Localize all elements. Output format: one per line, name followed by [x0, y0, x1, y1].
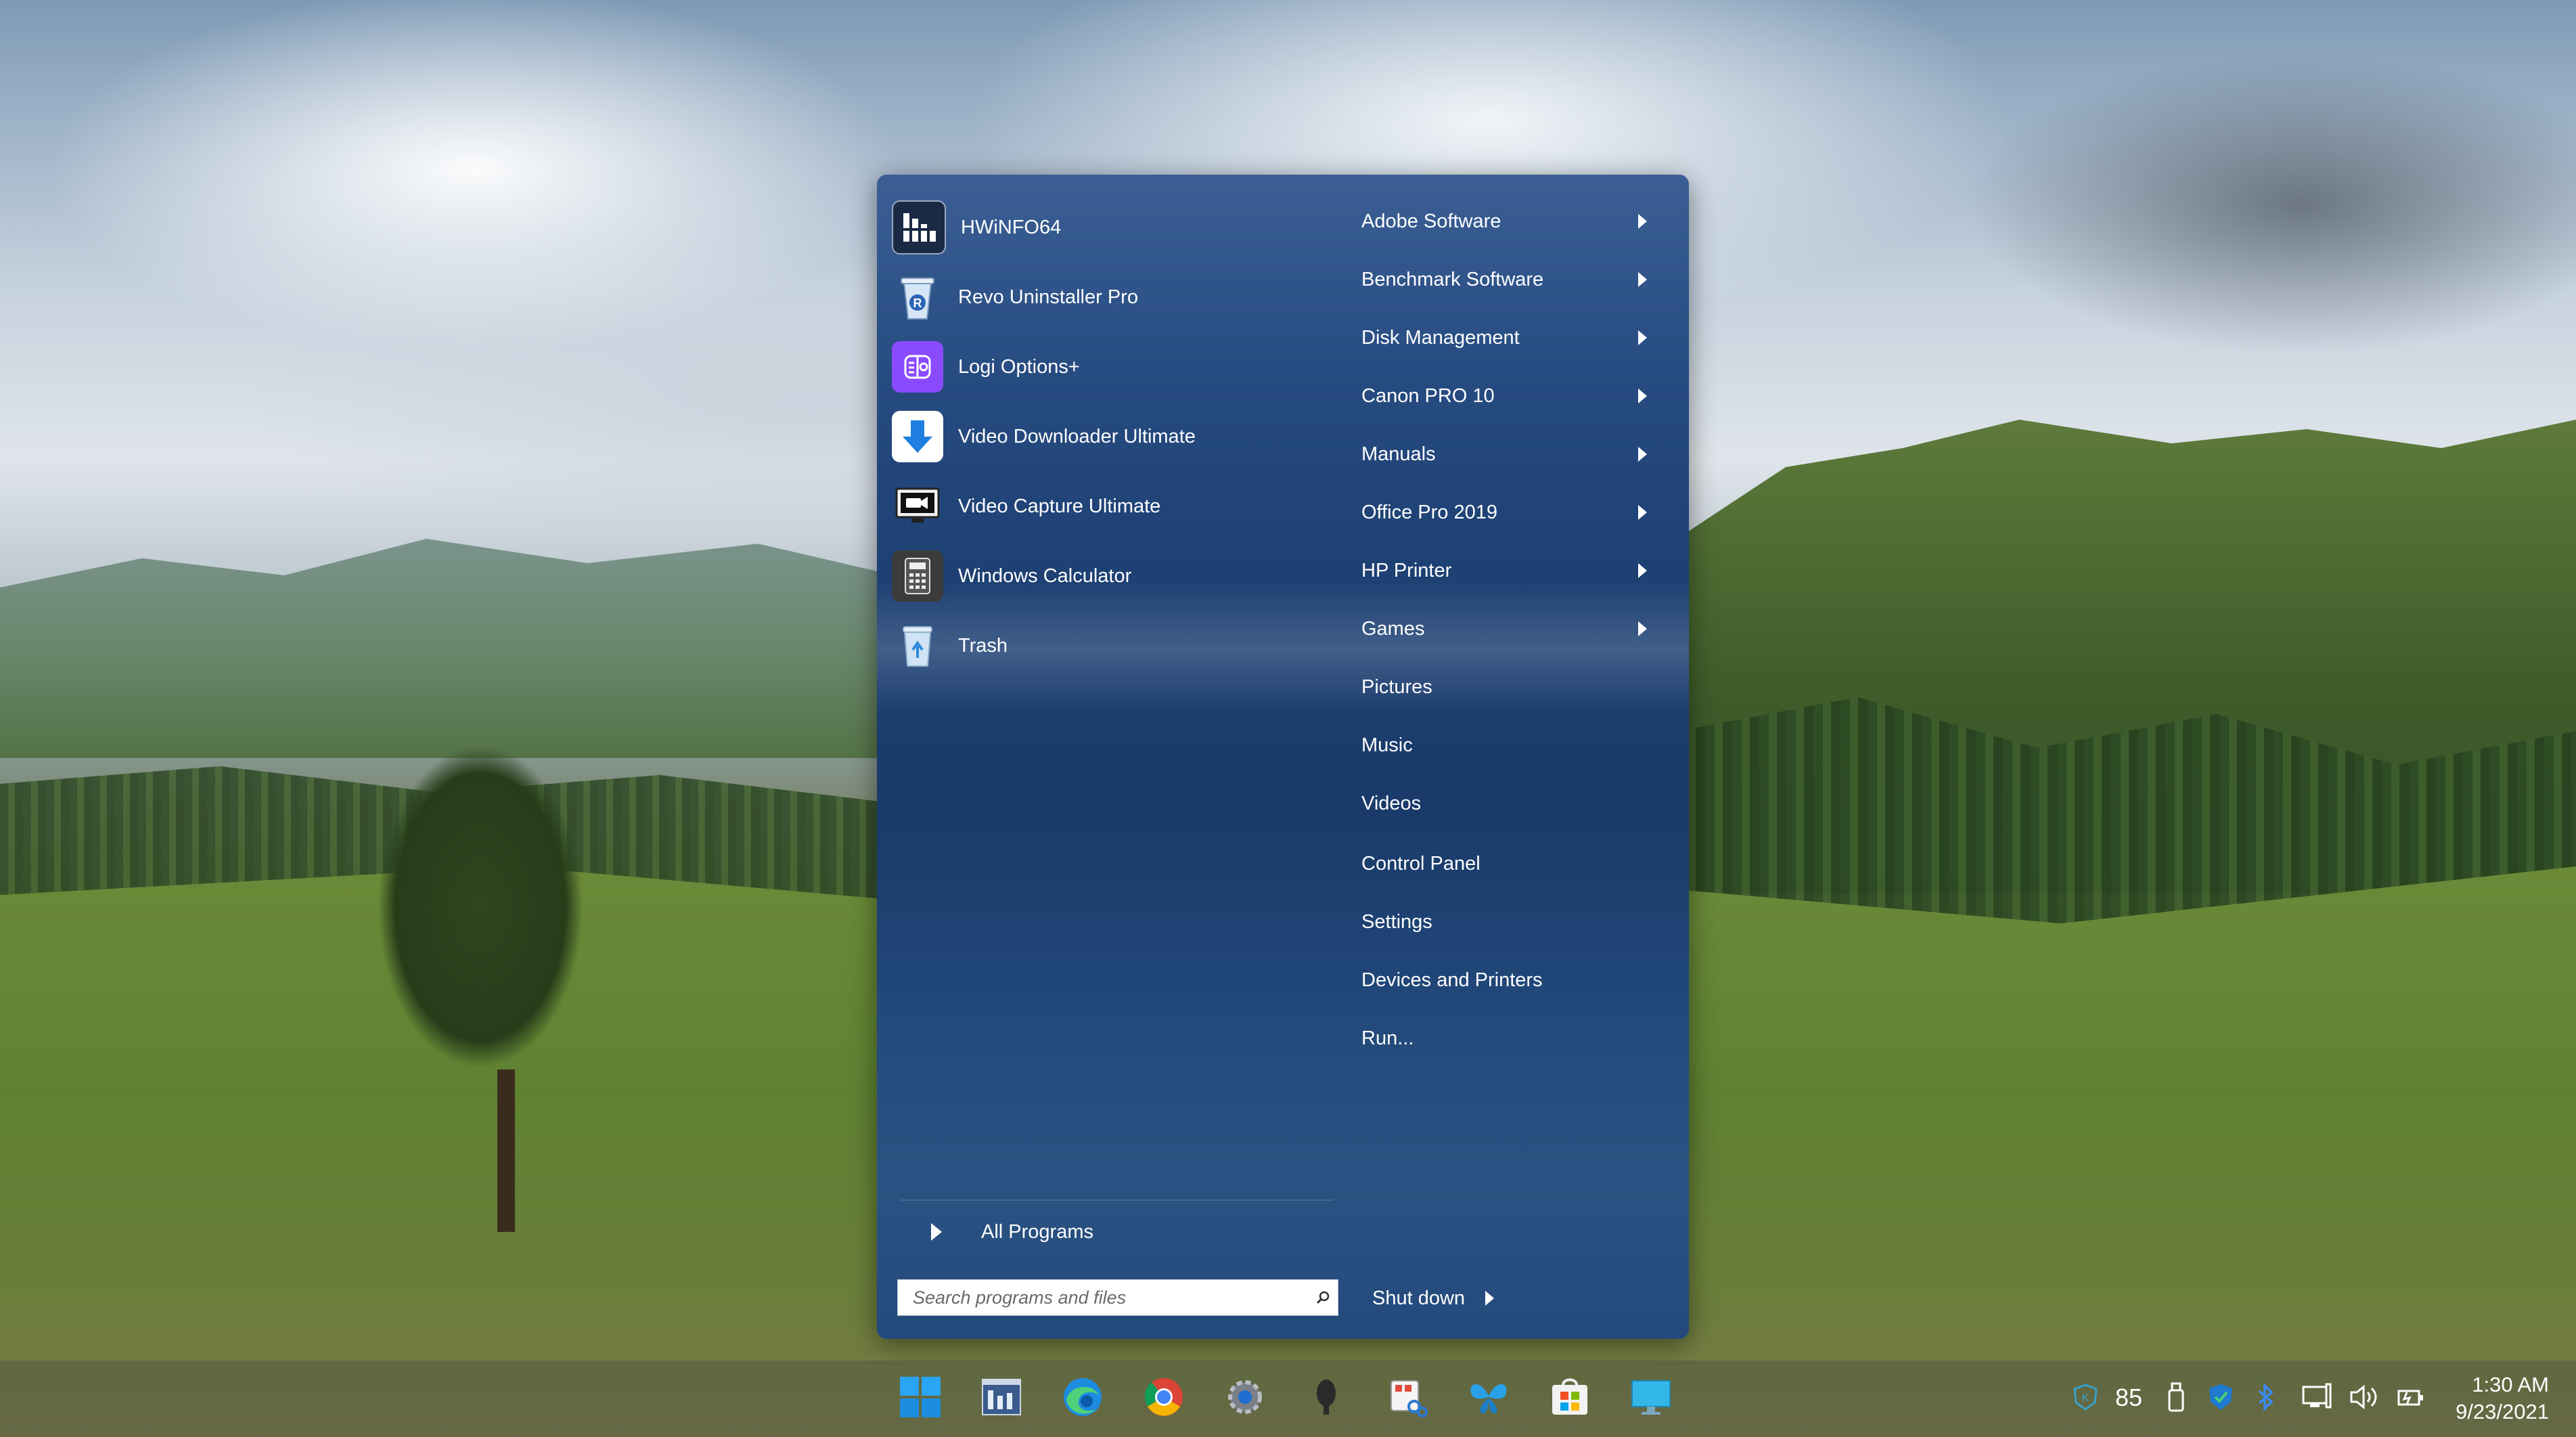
wallpaper-tree-trunk [497, 1069, 515, 1232]
submenu-arrow-icon [1638, 505, 1647, 520]
all-programs-button[interactable]: All Programs [931, 1212, 1310, 1252]
link-label: Control Panel [1361, 852, 1481, 875]
logi-options-icon [892, 341, 943, 393]
search-input[interactable] [898, 1281, 1308, 1314]
cpu-temperature[interactable]: 85 [2115, 1384, 2142, 1412]
edge-icon[interactable] [1056, 1370, 1110, 1424]
power-plug-icon[interactable] [2391, 1378, 2429, 1416]
submenu-arrow-icon [1638, 563, 1647, 578]
volume-icon[interactable] [2345, 1378, 2383, 1416]
video-camera-icon [892, 481, 943, 532]
microsoft-store-icon[interactable] [1543, 1370, 1597, 1424]
link-settings[interactable]: Settings [1361, 898, 1673, 946]
link-label: Adobe Software [1361, 210, 1501, 232]
submenu-arrow-icon [1638, 272, 1647, 287]
submenu-arrow-icon [1638, 621, 1647, 636]
program-label: Revo Uninstaller Pro [958, 286, 1138, 308]
submenu-arrow-icon [1638, 447, 1647, 462]
chrome-icon[interactable] [1137, 1370, 1191, 1424]
link-canon-pro-10[interactable]: Canon PRO 10 [1361, 372, 1673, 420]
link-label: Games [1361, 617, 1425, 640]
submenu-arrow-icon [1638, 330, 1647, 345]
link-office-pro-2019[interactable]: Office Pro 2019 [1361, 488, 1673, 537]
triangle-right-icon [931, 1223, 942, 1241]
shutdown-label: Shut down [1372, 1287, 1466, 1309]
start-menu: HWiNFO64 R Revo Uninstaller Pro Logi Opt… [877, 175, 1689, 1339]
link-label: Canon PRO 10 [1361, 384, 1495, 407]
link-devices-and-printers[interactable]: Devices and Printers [1361, 956, 1673, 1004]
clock-date: 9/23/2021 [2456, 1400, 2549, 1423]
menu-divider [900, 1199, 1333, 1201]
shutdown-options-arrow-icon[interactable] [1485, 1291, 1495, 1306]
program-label: HWiNFO64 [961, 216, 1062, 238]
shutdown-button[interactable]: Shut down [1372, 1278, 1521, 1319]
link-label: Office Pro 2019 [1361, 501, 1497, 523]
recycle-bin-icon [892, 620, 943, 671]
task-manager-icon[interactable] [974, 1370, 1029, 1424]
kaspersky-shield-icon[interactable]: K [2066, 1378, 2104, 1416]
program-hwinfo64[interactable]: HWiNFO64 [892, 196, 1325, 259]
link-label: HP Printer [1361, 559, 1452, 581]
svg-text:R: R [913, 296, 922, 310]
program-label: Logi Options+ [958, 355, 1080, 378]
link-pictures[interactable]: Pictures [1361, 663, 1673, 711]
clock-time: 1:30 AM [2472, 1373, 2549, 1396]
hwinfo-icon [892, 200, 946, 255]
svg-text:K: K [2082, 1392, 2089, 1404]
link-label: Manuals [1361, 443, 1436, 465]
usb-drive-icon[interactable] [2157, 1378, 2195, 1416]
link-label: Settings [1361, 910, 1432, 933]
start-menu-links: Adobe Software Benchmark Software Disk M… [1361, 175, 1689, 1339]
link-videos[interactable]: Videos [1361, 779, 1673, 828]
program-video-capture[interactable]: Video Capture Ultimate [892, 475, 1325, 537]
revo-uninstaller-icon: R [892, 271, 943, 323]
pinned-programs-list: HWiNFO64 R Revo Uninstaller Pro Logi Opt… [877, 175, 1341, 1339]
link-label: Run... [1361, 1027, 1414, 1049]
link-control-panel[interactable]: Control Panel [1361, 839, 1673, 888]
link-label: Pictures [1361, 676, 1432, 698]
download-arrow-icon [892, 411, 943, 462]
program-label: Windows Calculator [958, 565, 1132, 587]
bluetooth-icon[interactable] [2246, 1378, 2284, 1416]
settings-gear-icon[interactable] [1218, 1370, 1272, 1424]
link-label: Disk Management [1361, 326, 1520, 349]
link-hp-printer[interactable]: HP Printer [1361, 546, 1673, 595]
windows-start-icon[interactable] [893, 1370, 947, 1424]
search-icon[interactable] [1308, 1281, 1338, 1314]
program-label: Trash [958, 634, 1008, 657]
taskbar-clock[interactable]: 1:30 AM 9/23/2021 [2456, 1371, 2549, 1425]
submenu-arrow-icon [1638, 214, 1647, 229]
program-windows-calculator[interactable]: Windows Calculator [892, 545, 1325, 607]
link-label: Devices and Printers [1361, 969, 1543, 991]
link-label: Benchmark Software [1361, 268, 1544, 290]
link-music[interactable]: Music [1361, 721, 1673, 770]
wallpaper-tree [338, 684, 623, 1130]
link-manuals[interactable]: Manuals [1361, 430, 1673, 479]
butterfly-app-icon[interactable] [1462, 1370, 1516, 1424]
link-label: Videos [1361, 792, 1422, 814]
link-label: Music [1361, 734, 1413, 756]
program-video-downloader[interactable]: Video Downloader Ultimate [892, 405, 1325, 468]
link-games[interactable]: Games [1361, 604, 1673, 653]
search-box[interactable] [897, 1279, 1338, 1316]
desktop-monitor-icon[interactable] [1624, 1370, 1678, 1424]
program-label: Video Downloader Ultimate [958, 425, 1196, 447]
link-benchmark-software[interactable]: Benchmark Software [1361, 255, 1673, 304]
all-programs-label: All Programs [981, 1220, 1093, 1243]
link-adobe-software[interactable]: Adobe Software [1361, 197, 1673, 246]
link-disk-management[interactable]: Disk Management [1361, 313, 1673, 362]
program-label: Video Capture Ultimate [958, 495, 1161, 517]
link-run[interactable]: Run... [1361, 1014, 1673, 1063]
snipping-tool-icon[interactable] [1380, 1370, 1434, 1424]
program-trash[interactable]: Trash [892, 615, 1325, 677]
submenu-arrow-icon [1638, 389, 1647, 403]
calculator-icon [892, 550, 943, 602]
network-icon[interactable] [2298, 1378, 2336, 1416]
program-logi-options[interactable]: Logi Options+ [892, 336, 1325, 398]
program-revo-uninstaller[interactable]: R Revo Uninstaller Pro [892, 266, 1325, 328]
microphone-icon[interactable] [1299, 1370, 1353, 1424]
security-shield-icon[interactable] [2202, 1378, 2240, 1416]
